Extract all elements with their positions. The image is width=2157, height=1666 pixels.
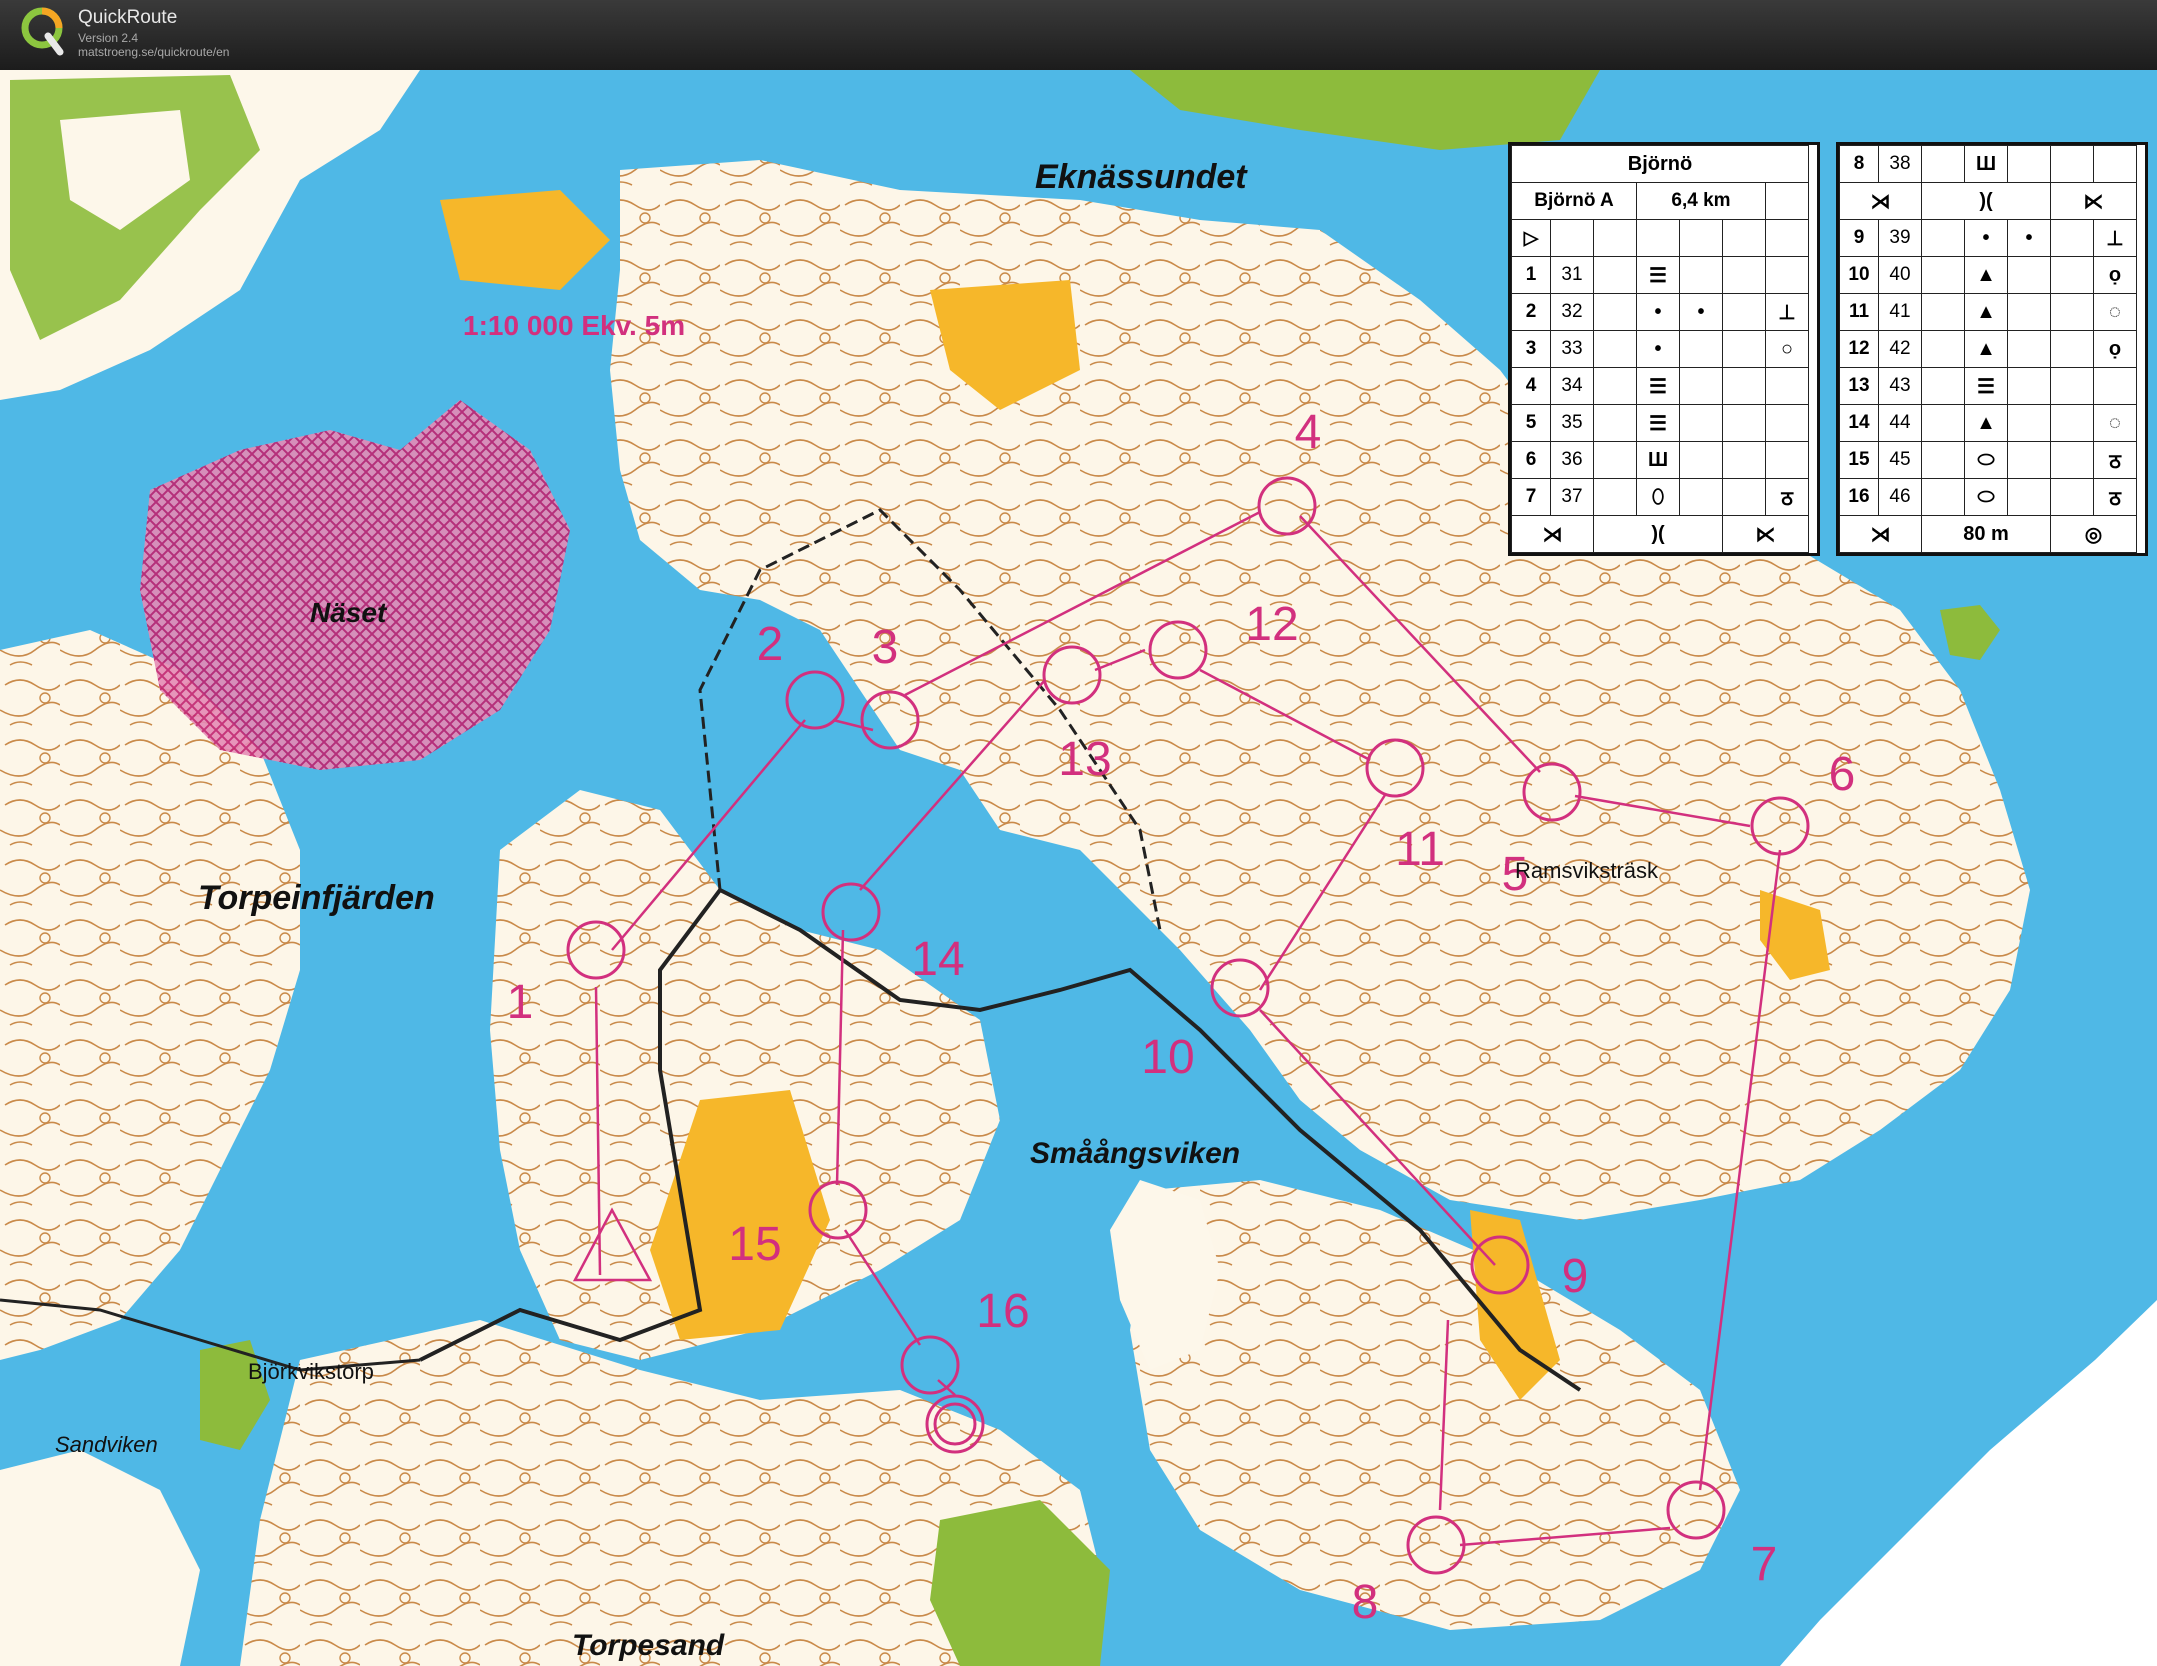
- desc-row: 9 39 • • ⊥: [1839, 219, 2137, 257]
- control-label-7: 7: [1751, 1538, 1778, 1591]
- desc-row: 4 34 ☰: [1511, 367, 1809, 405]
- desc-row: 13 43 ☰: [1839, 367, 2137, 405]
- control-label-13: 13: [1058, 733, 1111, 786]
- control-label-9: 9: [1562, 1250, 1589, 1303]
- control-label-8: 8: [1352, 1576, 1379, 1629]
- control-label-15: 15: [728, 1218, 781, 1271]
- place-torpeinfjarden: Torpeinfjärden: [198, 879, 435, 917]
- control-description-sheet-2: 8 38 Ш ⋊)(⋉ 9 39 • • ⊥ 10 40 ▲ ọ 11 41 ▲ ◌ 12 42 ▲ ọ 13…: [1836, 142, 2148, 556]
- orienteering-map[interactable]: 1 2 3 4 5 6 7 8 9 11 12 13 14 15 16 10 1…: [0, 70, 2157, 1666]
- place-eknassundet: Eknässundet: [1035, 158, 1248, 196]
- control-label-11: 11: [1395, 823, 1445, 876]
- control-label-2: 2: [757, 618, 784, 671]
- app-title: QuickRoute: [78, 7, 178, 28]
- control-label-12: 12: [1245, 598, 1298, 651]
- desc-row: 8 38 Ш: [1839, 145, 2137, 183]
- desc-row: 5 35 ☰: [1511, 404, 1809, 442]
- place-naset: Näset: [310, 597, 388, 628]
- desc-row: 7 37 ⬯ ठ: [1511, 478, 1809, 516]
- control-label-3: 3: [872, 621, 899, 674]
- desc-row: 2 32 • • ⊥: [1511, 293, 1809, 331]
- desc-row: 14 44 ▲ ◌: [1839, 404, 2137, 442]
- desc-row: 16 46 ⬭ ठ: [1839, 478, 2137, 516]
- desc-course: Björnö A: [1511, 182, 1637, 220]
- app-url: matstroeng.se/quickroute/en: [78, 45, 230, 59]
- start-symbol: ▷: [1511, 219, 1551, 257]
- desc-finish-distance: 80 m: [1921, 515, 2051, 553]
- desc-row: 1 31 ☰: [1511, 256, 1809, 294]
- app-version: Version 2.4: [78, 31, 139, 45]
- control-label-10: 10: [1141, 1031, 1194, 1084]
- desc-event: Björnö: [1511, 145, 1809, 183]
- desc-length: 6,4 km: [1636, 182, 1766, 220]
- desc-row: 10 40 ▲ ọ: [1839, 256, 2137, 294]
- desc-row: 3 33 • ○: [1511, 330, 1809, 368]
- desc-row: 11 41 ▲ ◌: [1839, 293, 2137, 331]
- desc-row: 6 36 Ш: [1511, 441, 1809, 479]
- quickroute-logo: [21, 7, 64, 56]
- control-label-16: 16: [976, 1285, 1029, 1338]
- map-view[interactable]: 1 2 3 4 5 6 7 8 9 11 12 13 14 15 16 10 1…: [0, 70, 2157, 1666]
- place-bjorkvikstorp: Björkvikstorp: [248, 1359, 374, 1384]
- place-ramsvikstrask: Ramsviksträsk: [1515, 858, 1659, 883]
- control-label-14: 14: [911, 933, 964, 986]
- map-scale-text: 1:10 000 Ekv. 5m: [463, 310, 685, 341]
- desc-row: 12 42 ▲ ọ: [1839, 330, 2137, 368]
- control-label-4: 4: [1295, 406, 1322, 459]
- place-torpesand: Torpesand: [572, 1629, 725, 1662]
- place-smaangsviken: Småångsviken: [1030, 1137, 1240, 1170]
- place-sandviken: Sandviken: [55, 1432, 158, 1457]
- control-description-sheet-1: Björnö Björnö A 6,4 km ▷ 1 31 ☰ 2 32 • • ⊥ 3 33…: [1508, 142, 1820, 556]
- desc-row: 15 45 ⬭ ठ: [1839, 441, 2137, 479]
- control-label-6: 6: [1829, 748, 1856, 801]
- control-label-1: 1: [507, 976, 534, 1029]
- title-bar: QuickRoute Version 2.4 matstroeng.se/qui…: [0, 0, 2157, 70]
